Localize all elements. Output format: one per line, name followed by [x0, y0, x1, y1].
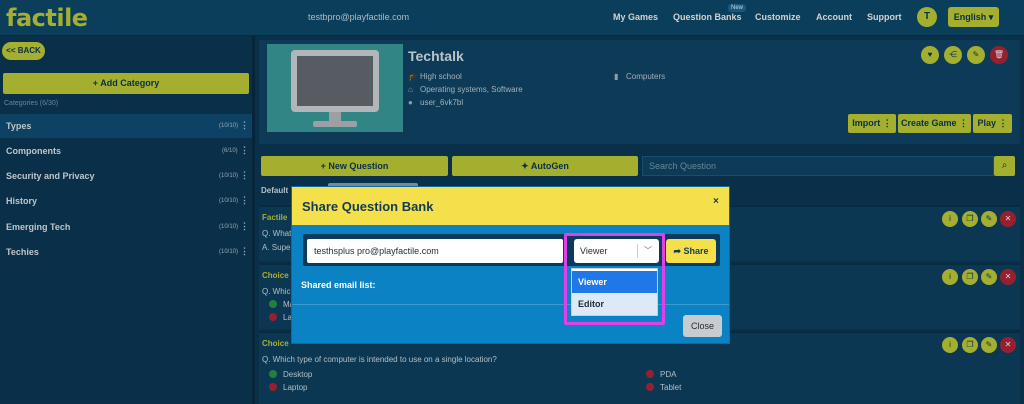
- close-icon[interactable]: ×: [713, 196, 719, 207]
- highlight-box: [564, 233, 665, 325]
- modal-header: Share Question Bank ×: [292, 187, 729, 225]
- share-email-input[interactable]: testhsplus pro@playfactile.com: [307, 239, 563, 263]
- share-label: Share: [683, 246, 709, 256]
- modal-title: Share Question Bank: [302, 199, 434, 214]
- shared-email-list-label: Shared email list:: [301, 280, 376, 290]
- share-arrow-icon: ➦: [673, 246, 684, 256]
- close-button[interactable]: Close: [683, 315, 722, 337]
- share-button[interactable]: ➦ Share: [666, 239, 716, 263]
